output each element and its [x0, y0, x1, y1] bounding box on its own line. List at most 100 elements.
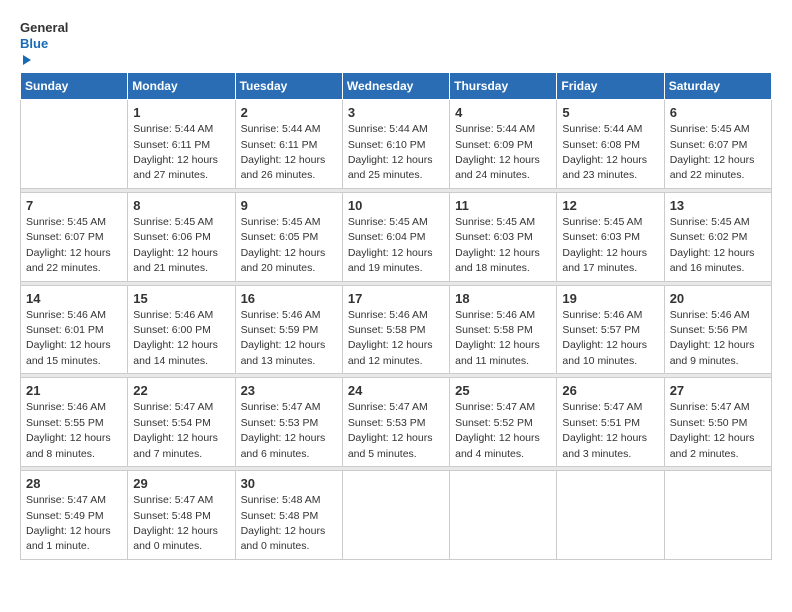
- header-tuesday: Tuesday: [235, 73, 342, 100]
- cell-info: Sunrise: 5:46 AM Sunset: 5:58 PM Dayligh…: [455, 309, 540, 367]
- calendar-table: SundayMondayTuesdayWednesdayThursdayFrid…: [20, 72, 772, 560]
- logo-box: General Blue: [20, 20, 62, 62]
- cell-info: Sunrise: 5:46 AM Sunset: 5:55 PM Dayligh…: [26, 401, 111, 459]
- calendar-cell: 20Sunrise: 5:46 AM Sunset: 5:56 PM Dayli…: [664, 285, 771, 374]
- day-number: 11: [455, 197, 551, 215]
- calendar-cell: 10Sunrise: 5:45 AM Sunset: 6:04 PM Dayli…: [342, 192, 449, 281]
- calendar-cell: 17Sunrise: 5:46 AM Sunset: 5:58 PM Dayli…: [342, 285, 449, 374]
- calendar-cell: [450, 471, 557, 560]
- cell-info: Sunrise: 5:47 AM Sunset: 5:49 PM Dayligh…: [26, 494, 111, 552]
- cell-info: Sunrise: 5:47 AM Sunset: 5:50 PM Dayligh…: [670, 401, 755, 459]
- calendar-cell: 21Sunrise: 5:46 AM Sunset: 5:55 PM Dayli…: [21, 378, 128, 467]
- calendar-cell: 13Sunrise: 5:45 AM Sunset: 6:02 PM Dayli…: [664, 192, 771, 281]
- cell-info: Sunrise: 5:45 AM Sunset: 6:07 PM Dayligh…: [26, 216, 111, 274]
- page-header: General Blue: [20, 20, 772, 62]
- week-row-3: 14Sunrise: 5:46 AM Sunset: 6:01 PM Dayli…: [21, 285, 772, 374]
- calendar-cell: 25Sunrise: 5:47 AM Sunset: 5:52 PM Dayli…: [450, 378, 557, 467]
- day-number: 12: [562, 197, 658, 215]
- day-number: 16: [241, 290, 337, 308]
- day-number: 1: [133, 104, 229, 122]
- calendar-cell: 5Sunrise: 5:44 AM Sunset: 6:08 PM Daylig…: [557, 100, 664, 189]
- calendar-cell: [342, 471, 449, 560]
- cell-info: Sunrise: 5:44 AM Sunset: 6:11 PM Dayligh…: [133, 123, 218, 181]
- day-number: 7: [26, 197, 122, 215]
- cell-info: Sunrise: 5:47 AM Sunset: 5:53 PM Dayligh…: [241, 401, 326, 459]
- cell-info: Sunrise: 5:45 AM Sunset: 6:05 PM Dayligh…: [241, 216, 326, 274]
- calendar-cell: 1Sunrise: 5:44 AM Sunset: 6:11 PM Daylig…: [128, 100, 235, 189]
- day-number: 26: [562, 382, 658, 400]
- cell-info: Sunrise: 5:45 AM Sunset: 6:02 PM Dayligh…: [670, 216, 755, 274]
- day-number: 29: [133, 475, 229, 493]
- calendar-cell: 16Sunrise: 5:46 AM Sunset: 5:59 PM Dayli…: [235, 285, 342, 374]
- calendar-cell: 30Sunrise: 5:48 AM Sunset: 5:48 PM Dayli…: [235, 471, 342, 560]
- day-number: 6: [670, 104, 766, 122]
- week-row-2: 7Sunrise: 5:45 AM Sunset: 6:07 PM Daylig…: [21, 192, 772, 281]
- day-number: 8: [133, 197, 229, 215]
- calendar-cell: 29Sunrise: 5:47 AM Sunset: 5:48 PM Dayli…: [128, 471, 235, 560]
- calendar-cell: [664, 471, 771, 560]
- day-number: 5: [562, 104, 658, 122]
- day-number: 20: [670, 290, 766, 308]
- calendar-cell: [557, 471, 664, 560]
- calendar-cell: 14Sunrise: 5:46 AM Sunset: 6:01 PM Dayli…: [21, 285, 128, 374]
- calendar-cell: 18Sunrise: 5:46 AM Sunset: 5:58 PM Dayli…: [450, 285, 557, 374]
- day-number: 9: [241, 197, 337, 215]
- calendar-cell: [21, 100, 128, 189]
- day-number: 22: [133, 382, 229, 400]
- day-number: 19: [562, 290, 658, 308]
- logo-graphic: General Blue: [20, 20, 62, 62]
- cell-info: Sunrise: 5:44 AM Sunset: 6:10 PM Dayligh…: [348, 123, 433, 181]
- header-thursday: Thursday: [450, 73, 557, 100]
- calendar-cell: 22Sunrise: 5:47 AM Sunset: 5:54 PM Dayli…: [128, 378, 235, 467]
- day-number: 2: [241, 104, 337, 122]
- calendar-cell: 7Sunrise: 5:45 AM Sunset: 6:07 PM Daylig…: [21, 192, 128, 281]
- header-monday: Monday: [128, 73, 235, 100]
- day-number: 24: [348, 382, 444, 400]
- calendar-cell: 19Sunrise: 5:46 AM Sunset: 5:57 PM Dayli…: [557, 285, 664, 374]
- day-number: 3: [348, 104, 444, 122]
- logo-blue: Blue: [20, 36, 62, 67]
- header-wednesday: Wednesday: [342, 73, 449, 100]
- day-number: 28: [26, 475, 122, 493]
- cell-info: Sunrise: 5:47 AM Sunset: 5:48 PM Dayligh…: [133, 494, 218, 552]
- calendar-cell: 3Sunrise: 5:44 AM Sunset: 6:10 PM Daylig…: [342, 100, 449, 189]
- calendar-cell: 26Sunrise: 5:47 AM Sunset: 5:51 PM Dayli…: [557, 378, 664, 467]
- logo-arrow: [23, 55, 31, 65]
- cell-info: Sunrise: 5:46 AM Sunset: 5:58 PM Dayligh…: [348, 309, 433, 367]
- day-number: 4: [455, 104, 551, 122]
- cell-info: Sunrise: 5:45 AM Sunset: 6:07 PM Dayligh…: [670, 123, 755, 181]
- cell-info: Sunrise: 5:45 AM Sunset: 6:04 PM Dayligh…: [348, 216, 433, 274]
- day-number: 27: [670, 382, 766, 400]
- cell-info: Sunrise: 5:46 AM Sunset: 5:56 PM Dayligh…: [670, 309, 755, 367]
- calendar-cell: 8Sunrise: 5:45 AM Sunset: 6:06 PM Daylig…: [128, 192, 235, 281]
- cell-info: Sunrise: 5:46 AM Sunset: 6:01 PM Dayligh…: [26, 309, 111, 367]
- calendar-header-row: SundayMondayTuesdayWednesdayThursdayFrid…: [21, 73, 772, 100]
- cell-info: Sunrise: 5:47 AM Sunset: 5:51 PM Dayligh…: [562, 401, 647, 459]
- cell-info: Sunrise: 5:44 AM Sunset: 6:09 PM Dayligh…: [455, 123, 540, 181]
- header-sunday: Sunday: [21, 73, 128, 100]
- cell-info: Sunrise: 5:45 AM Sunset: 6:06 PM Dayligh…: [133, 216, 218, 274]
- day-number: 14: [26, 290, 122, 308]
- cell-info: Sunrise: 5:47 AM Sunset: 5:54 PM Dayligh…: [133, 401, 218, 459]
- cell-info: Sunrise: 5:44 AM Sunset: 6:11 PM Dayligh…: [241, 123, 326, 181]
- calendar-cell: 28Sunrise: 5:47 AM Sunset: 5:49 PM Dayli…: [21, 471, 128, 560]
- day-number: 10: [348, 197, 444, 215]
- calendar-cell: 4Sunrise: 5:44 AM Sunset: 6:09 PM Daylig…: [450, 100, 557, 189]
- calendar-cell: 27Sunrise: 5:47 AM Sunset: 5:50 PM Dayli…: [664, 378, 771, 467]
- header-friday: Friday: [557, 73, 664, 100]
- cell-info: Sunrise: 5:46 AM Sunset: 6:00 PM Dayligh…: [133, 309, 218, 367]
- day-number: 30: [241, 475, 337, 493]
- day-number: 21: [26, 382, 122, 400]
- calendar-cell: 15Sunrise: 5:46 AM Sunset: 6:00 PM Dayli…: [128, 285, 235, 374]
- calendar-cell: 2Sunrise: 5:44 AM Sunset: 6:11 PM Daylig…: [235, 100, 342, 189]
- calendar-cell: 6Sunrise: 5:45 AM Sunset: 6:07 PM Daylig…: [664, 100, 771, 189]
- calendar-cell: 11Sunrise: 5:45 AM Sunset: 6:03 PM Dayli…: [450, 192, 557, 281]
- day-number: 18: [455, 290, 551, 308]
- week-row-4: 21Sunrise: 5:46 AM Sunset: 5:55 PM Dayli…: [21, 378, 772, 467]
- cell-info: Sunrise: 5:46 AM Sunset: 5:57 PM Dayligh…: [562, 309, 647, 367]
- day-number: 25: [455, 382, 551, 400]
- week-row-5: 28Sunrise: 5:47 AM Sunset: 5:49 PM Dayli…: [21, 471, 772, 560]
- calendar-cell: 12Sunrise: 5:45 AM Sunset: 6:03 PM Dayli…: [557, 192, 664, 281]
- day-number: 17: [348, 290, 444, 308]
- cell-info: Sunrise: 5:46 AM Sunset: 5:59 PM Dayligh…: [241, 309, 326, 367]
